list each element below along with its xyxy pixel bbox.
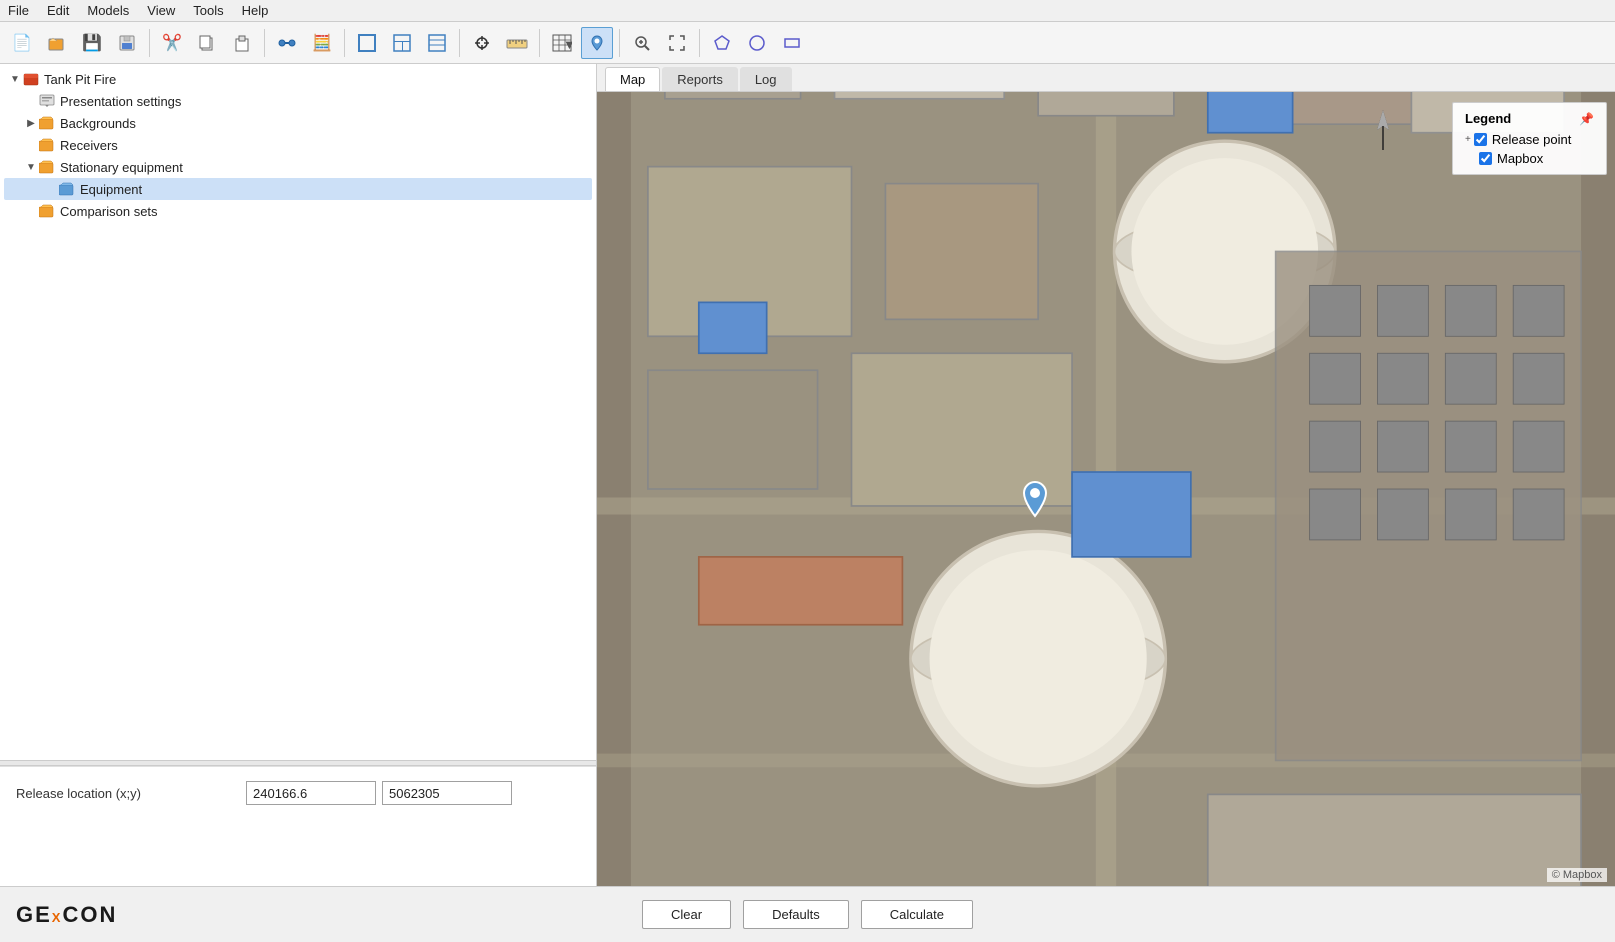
- legend-title: Legend: [1465, 111, 1511, 126]
- polygon-button[interactable]: [706, 27, 738, 59]
- save-button[interactable]: 💾: [76, 27, 108, 59]
- rect-button[interactable]: [776, 27, 808, 59]
- tree-root-item[interactable]: ▼ Tank Pit Fire: [4, 68, 592, 90]
- separator-3: [344, 29, 345, 57]
- root-expander[interactable]: ▼: [8, 74, 22, 85]
- bottom-bar: GEXCON Clear Defaults Calculate: [0, 886, 1615, 942]
- comparison-icon: [38, 202, 56, 220]
- release-location-row: Release location (x;y): [16, 781, 580, 805]
- comparison-label: Comparison sets: [60, 204, 158, 219]
- backgrounds-icon: [38, 114, 56, 132]
- cut-button[interactable]: ✂️: [156, 27, 188, 59]
- menu-models[interactable]: Models: [87, 3, 129, 18]
- grid-button[interactable]: ▼: [546, 27, 578, 59]
- legend-release-expand[interactable]: +: [1465, 134, 1471, 145]
- tab-reports[interactable]: Reports: [662, 67, 738, 91]
- legend-release-checkbox[interactable]: [1474, 133, 1487, 146]
- tabs-bar: Map Reports Log: [597, 64, 1615, 92]
- tree-item-backgrounds[interactable]: ▶ Backgrounds: [4, 112, 592, 134]
- menubar: File Edit Models View Tools Help: [0, 0, 1615, 22]
- window1-button[interactable]: [351, 27, 383, 59]
- fields-area: Release location (x;y): [0, 766, 596, 886]
- legend-header: Legend 📌: [1465, 111, 1594, 126]
- map-attribution: © Mapbox: [1547, 868, 1607, 882]
- copy-button[interactable]: [191, 27, 223, 59]
- tree-area: ▼ Tank Pit Fire Presentation settings ▶: [0, 64, 596, 760]
- menu-edit[interactable]: Edit: [47, 3, 69, 18]
- legend-pin-icon[interactable]: 📌: [1579, 112, 1594, 126]
- menu-help[interactable]: Help: [242, 3, 269, 18]
- svg-text:▼: ▼: [563, 37, 572, 52]
- separator-6: [619, 29, 620, 57]
- legend-mapbox-checkbox[interactable]: [1479, 152, 1492, 165]
- map-container[interactable]: 100 m Legend �: [597, 92, 1615, 886]
- legend-release-label: Release point: [1492, 132, 1572, 147]
- root-icon: [22, 70, 40, 88]
- main-content: ▼ Tank Pit Fire Presentation settings ▶: [0, 64, 1615, 886]
- logo-text: GEXCON: [16, 902, 117, 928]
- tree-item-presentation[interactable]: Presentation settings: [4, 90, 592, 112]
- separator-4: [459, 29, 460, 57]
- release-location-label: Release location (x;y): [16, 786, 246, 801]
- tab-log[interactable]: Log: [740, 67, 792, 91]
- release-y-input[interactable]: [382, 781, 512, 805]
- right-panel: Map Reports Log: [597, 64, 1615, 886]
- presentation-icon: [38, 92, 56, 110]
- connect-button[interactable]: [271, 27, 303, 59]
- tree-item-receivers[interactable]: Receivers: [4, 134, 592, 156]
- presentation-label: Presentation settings: [60, 94, 181, 109]
- stationary-icon: [38, 158, 56, 176]
- calc-button[interactable]: 🧮: [306, 27, 338, 59]
- circle-button[interactable]: [741, 27, 773, 59]
- receivers-label: Receivers: [60, 138, 118, 153]
- new-button[interactable]: 📄: [6, 27, 38, 59]
- tree-item-comparison[interactable]: Comparison sets: [4, 200, 592, 222]
- legend-item-release: + Release point: [1465, 132, 1594, 147]
- calculate-button[interactable]: Calculate: [861, 900, 973, 929]
- zoom-fit-button[interactable]: [661, 27, 693, 59]
- paste-button[interactable]: [226, 27, 258, 59]
- menu-file[interactable]: File: [8, 3, 29, 18]
- left-panel: ▼ Tank Pit Fire Presentation settings ▶: [0, 64, 597, 886]
- logo-area: GEXCON: [16, 902, 117, 928]
- menu-view[interactable]: View: [147, 3, 175, 18]
- separator-2: [264, 29, 265, 57]
- backgrounds-expander[interactable]: ▶: [24, 118, 38, 129]
- receivers-icon: [38, 136, 56, 154]
- window3-button[interactable]: [421, 27, 453, 59]
- clear-button[interactable]: Clear: [642, 900, 731, 929]
- map-pin: [1021, 480, 1049, 521]
- defaults-button[interactable]: Defaults: [743, 900, 849, 929]
- crosshair-button[interactable]: [466, 27, 498, 59]
- equipment-label: Equipment: [80, 182, 142, 197]
- root-label: Tank Pit Fire: [44, 72, 116, 87]
- pin-button[interactable]: [581, 27, 613, 59]
- open-button[interactable]: [41, 27, 73, 59]
- release-x-input[interactable]: [246, 781, 376, 805]
- save-as-button[interactable]: [111, 27, 143, 59]
- zoom-button[interactable]: [626, 27, 658, 59]
- legend-mapbox-label: Mapbox: [1497, 151, 1543, 166]
- bottom-buttons: Clear Defaults Calculate: [642, 900, 973, 929]
- backgrounds-label: Backgrounds: [60, 116, 136, 131]
- legend-panel: Legend 📌 + Release point Mapbox: [1452, 102, 1607, 175]
- measure-button[interactable]: [501, 27, 533, 59]
- separator-5: [539, 29, 540, 57]
- legend-item-mapbox: Mapbox: [1465, 151, 1594, 166]
- logo-accent: X: [52, 910, 63, 925]
- separator-7: [699, 29, 700, 57]
- map-svg-overlay: 100 m: [597, 92, 1615, 886]
- separator-1: [149, 29, 150, 57]
- stationary-expander[interactable]: ▼: [24, 162, 38, 173]
- window2-button[interactable]: [386, 27, 418, 59]
- stationary-label: Stationary equipment: [60, 160, 183, 175]
- equipment-icon: [58, 180, 76, 198]
- tab-map[interactable]: Map: [605, 67, 660, 91]
- toolbar: 📄 💾 ✂️ 🧮 ▼: [0, 22, 1615, 64]
- north-arrow: [1371, 108, 1395, 152]
- tree-item-stationary[interactable]: ▼ Stationary equipment: [4, 156, 592, 178]
- tree-item-equipment[interactable]: Equipment: [4, 178, 592, 200]
- menu-tools[interactable]: Tools: [193, 3, 223, 18]
